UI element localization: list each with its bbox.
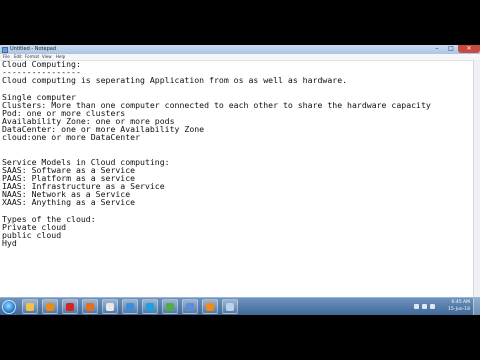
explorer-icon bbox=[26, 302, 34, 311]
firefox-icon bbox=[86, 302, 94, 311]
show-desktop-button[interactable] bbox=[473, 298, 480, 315]
taskbar-button[interactable] bbox=[102, 299, 118, 314]
text-line bbox=[2, 141, 472, 149]
text-line: public cloud bbox=[2, 229, 62, 240]
notepad-app-icon bbox=[2, 46, 8, 53]
text-line: cloud:one or more DataCenter bbox=[2, 132, 141, 143]
taskbar-button[interactable] bbox=[202, 299, 218, 314]
taskbar-button[interactable] bbox=[62, 299, 78, 314]
taskbar-button[interactable] bbox=[162, 299, 178, 314]
volume-icon[interactable] bbox=[430, 304, 435, 309]
opera-icon bbox=[66, 302, 74, 311]
text-line: Types of the cloud: bbox=[2, 213, 96, 224]
title-bar[interactable]: Untitled - Notepad – □ ✕ bbox=[0, 45, 480, 54]
ie-icon bbox=[126, 302, 134, 311]
skype-icon bbox=[146, 302, 154, 311]
clock-date[interactable]: 15-Jun-18 bbox=[448, 307, 470, 312]
start-button[interactable] bbox=[2, 299, 16, 314]
system-tray: 6:45 AM 15-Jun-18 bbox=[410, 298, 480, 315]
taskbar-button[interactable] bbox=[142, 299, 158, 314]
notepad-window: Untitled - Notepad – □ ✕ File Edit Forma… bbox=[0, 45, 480, 314]
text-line: XAAS: Anything as a Service bbox=[2, 197, 136, 208]
maximize-button[interactable]: □ bbox=[444, 45, 458, 53]
folder-icon bbox=[186, 302, 194, 311]
vlc-icon bbox=[206, 302, 214, 311]
text-line: Hyd bbox=[2, 238, 17, 249]
taskbar-button[interactable] bbox=[22, 299, 38, 314]
taskbar-button[interactable] bbox=[122, 299, 138, 314]
close-button[interactable]: ✕ bbox=[458, 45, 480, 53]
text-editor[interactable]: Cloud Computing: ---------------- Cloud co… bbox=[2, 60, 472, 314]
vertical-scrollbar[interactable] bbox=[473, 60, 480, 314]
gmail-icon bbox=[106, 302, 114, 311]
taskbar-button[interactable] bbox=[182, 299, 198, 314]
chrome-icon bbox=[166, 302, 174, 311]
text-line: Private cloud bbox=[2, 221, 67, 232]
taskbar-button[interactable] bbox=[82, 299, 98, 314]
media-player-icon bbox=[46, 302, 54, 311]
network-icon[interactable] bbox=[422, 304, 427, 309]
text-line: Cloud computing is seperating Applicatio… bbox=[2, 75, 348, 86]
minimize-button[interactable]: – bbox=[430, 45, 444, 53]
taskbar: 6:45 AM 15-Jun-18 bbox=[0, 297, 480, 315]
taskbar-button[interactable] bbox=[222, 299, 238, 314]
flag-icon[interactable] bbox=[414, 304, 419, 309]
clock-time[interactable]: 6:45 AM bbox=[452, 300, 471, 305]
notepad-icon bbox=[226, 302, 234, 311]
window-title: Untitled - Notepad bbox=[10, 46, 57, 52]
taskbar-button[interactable] bbox=[42, 299, 58, 314]
